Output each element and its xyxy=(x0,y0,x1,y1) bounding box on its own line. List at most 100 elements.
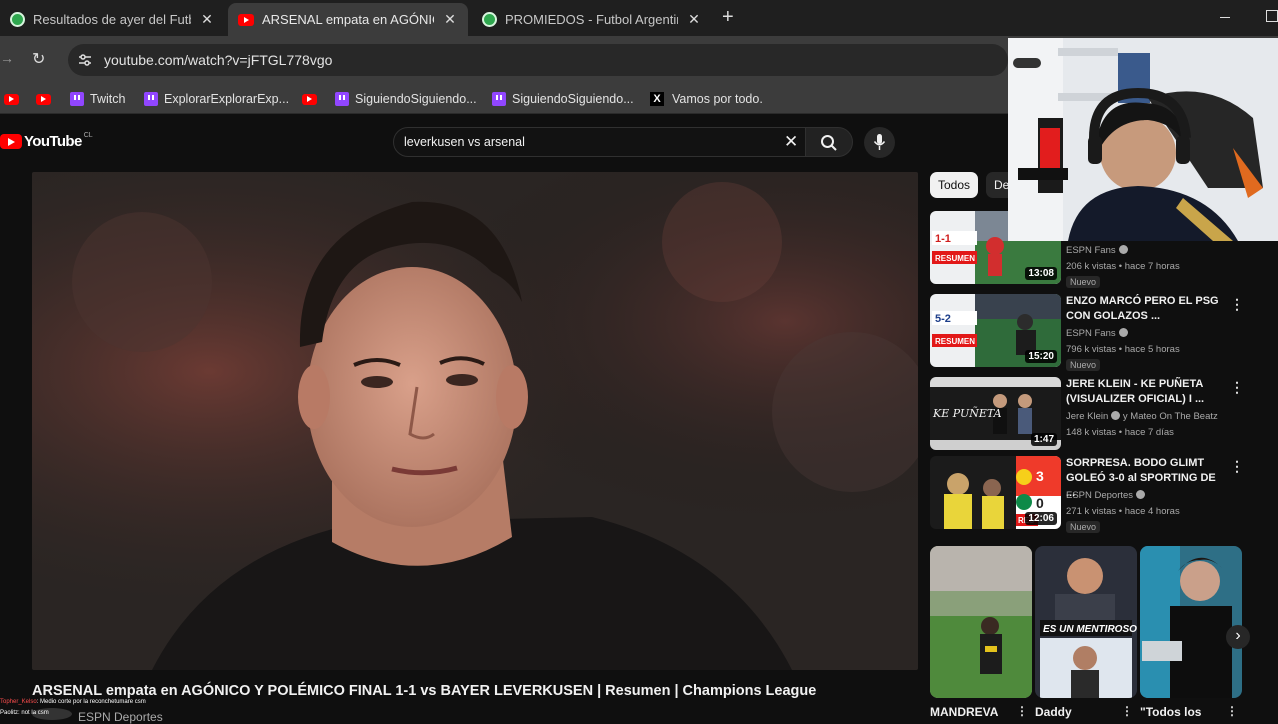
video-thumbnail[interactable]: 5-2 RESUMEN 15:20 xyxy=(930,294,1061,367)
bookmark-label: ExplorarExplorarExp... xyxy=(164,92,290,106)
forward-icon[interactable]: → xyxy=(0,50,14,66)
short-art xyxy=(930,546,1032,698)
more-options-icon[interactable]: ⋮ xyxy=(1230,458,1244,475)
country-code: CL xyxy=(83,132,93,139)
close-icon[interactable]: ✕ xyxy=(199,11,215,28)
more-options-icon[interactable]: ⋮ xyxy=(1230,379,1244,396)
rec-channel: ESPN Fans xyxy=(1066,245,1128,256)
video-duration: 1:47 xyxy=(1030,433,1057,446)
voice-search-button[interactable] xyxy=(864,127,895,158)
video-duration: 15:20 xyxy=(1025,350,1057,363)
close-icon[interactable]: ✕ xyxy=(442,11,458,28)
microphone-icon xyxy=(873,134,886,150)
twitch-icon xyxy=(70,92,84,106)
short-title: MANDREVA xyxy=(930,705,999,719)
shorts-next-button[interactable]: › xyxy=(1226,625,1250,649)
video-frame xyxy=(32,172,918,670)
twitch-icon xyxy=(492,92,506,106)
verified-icon xyxy=(1118,245,1128,254)
thumb-score-home: 3 xyxy=(1036,468,1044,484)
more-options-icon[interactable]: ⋮ xyxy=(1226,704,1238,718)
short-thumbnail[interactable] xyxy=(930,546,1032,698)
channel-name: Jere Klein xyxy=(1066,411,1109,422)
bookmark-youtube-2[interactable] xyxy=(36,90,51,108)
bookmark-youtube-3[interactable] xyxy=(302,90,317,108)
rec-channel: ESPN Deportes xyxy=(1066,490,1146,501)
minimize-button[interactable] xyxy=(1220,17,1230,18)
new-badge: Nuevo xyxy=(1066,521,1101,533)
search-button[interactable] xyxy=(805,127,853,157)
verified-icon xyxy=(1118,328,1128,337)
bookmark-label: Twitch xyxy=(90,92,126,106)
bookmark-twitch[interactable]: Twitch xyxy=(70,90,125,108)
reload-icon[interactable]: ↻ xyxy=(32,49,45,69)
thumb-label: RESUMEN xyxy=(935,254,975,263)
more-options-icon[interactable]: ⋮ xyxy=(1121,704,1133,718)
thumb-score-away: 0 xyxy=(1036,495,1044,511)
chat-user: Paolitz xyxy=(0,710,19,716)
more-options-icon[interactable]: ⋮ xyxy=(1230,296,1244,313)
short-thumbnail[interactable]: ES UN MENTIROSO xyxy=(1035,546,1137,698)
bookmark-explorar[interactable]: ExplorarExplorarExp... xyxy=(144,90,289,108)
recommendation-item[interactable]: KE PUÑETA 1:47 JERE KLEIN - KE PUÑETA (V… xyxy=(930,377,1250,455)
tab-resultados[interactable]: Resultados de ayer del Futbol A ✕ xyxy=(0,3,225,36)
tab-title: ARSENAL empata en AGÓNICO xyxy=(262,12,434,27)
tab-arsenal[interactable]: ARSENAL empata en AGÓNICO ✕ xyxy=(228,3,468,36)
rec-channel: Jere Klein y Mateo On The Beatz xyxy=(1066,411,1218,422)
bookmark-label: SiguiendoSiguiendo... xyxy=(355,92,477,106)
bookmark-siguiendo-2[interactable]: SiguiendoSiguiendo... xyxy=(492,90,634,108)
new-tab-button[interactable]: + xyxy=(722,6,734,29)
webcam-overlay xyxy=(1008,38,1278,241)
video-thumbnail[interactable]: 3 0 RES 12:06 xyxy=(930,456,1061,529)
chat-user: Topher_Kelso xyxy=(0,699,37,705)
tab-promiedos[interactable]: PROMIEDOS - Futbol Argentino ✕ xyxy=(472,3,712,36)
video-thumbnail[interactable]: KE PUÑETA 1:47 xyxy=(930,377,1061,450)
video-player[interactable] xyxy=(32,172,918,670)
chat-message: Paolitz: not la csm xyxy=(0,710,49,716)
channel-name[interactable]: ESPN Deportes xyxy=(78,710,163,724)
youtube-logo[interactable]: YouTube CL xyxy=(0,132,93,150)
bookmark-siguiendo-1[interactable]: SiguiendoSiguiendo... xyxy=(335,90,477,108)
streamer-webcam-feed xyxy=(1008,38,1278,241)
chat-message: Topher_Kelso: Medio corte por la reconch… xyxy=(0,699,146,705)
rec-channel: ESPN Fans xyxy=(1066,328,1128,339)
more-options-icon[interactable]: ⋮ xyxy=(1016,704,1028,718)
video-duration: 12:06 xyxy=(1025,512,1057,525)
verified-icon xyxy=(1136,490,1146,499)
video-duration: 13:08 xyxy=(1025,267,1057,280)
short-thumbnail[interactable] xyxy=(1140,546,1242,698)
rec-title: ENZO MARCÓ PERO EL PSG CON GOLAZOS ... xyxy=(1066,295,1219,322)
thumb-label: RESUMEN xyxy=(935,337,975,346)
youtube-icon xyxy=(36,93,51,105)
thumb-score: 1-1 xyxy=(935,233,951,245)
chat-text: Medio corte por la reconchetumare csm xyxy=(40,699,146,705)
logo-text: YouTube xyxy=(24,133,82,150)
soccer-ball-icon xyxy=(10,12,25,27)
twitch-icon xyxy=(144,92,158,106)
rec-meta: 206 k vistas • hace 7 horas xyxy=(1066,261,1180,272)
bookmark-x[interactable]: X Vamos por todo. xyxy=(650,90,763,108)
clear-search-icon[interactable]: ✕ xyxy=(784,132,798,152)
address-bar[interactable]: youtube.com/watch?v=jFTGL778vgo xyxy=(68,44,1008,76)
recommendation-item[interactable]: 3 0 RES 12:06 SORPRESA. BODO GLIMT GOLEÓ… xyxy=(930,456,1250,534)
search-input[interactable]: leverkusen vs arsenal ✕ xyxy=(393,127,809,157)
short-overlay-text: ES UN MENTIROSO xyxy=(1043,624,1137,635)
chip-todos[interactable]: Todos xyxy=(930,172,979,198)
channel-extra: y Mateo On The Beatz xyxy=(1122,411,1218,422)
bookmark-youtube-1[interactable] xyxy=(4,90,19,108)
recommendation-item[interactable]: 5-2 RESUMEN 15:20 ENZO MARCÓ PERO EL PSG… xyxy=(930,294,1250,372)
rec-meta: 148 k vistas • hace 7 días xyxy=(1066,427,1174,438)
search-value: leverkusen vs arsenal xyxy=(404,135,525,149)
rec-meta: 796 k vistas • hace 5 horas xyxy=(1066,344,1180,355)
url-text: youtube.com/watch?v=jFTGL778vgo xyxy=(104,52,333,68)
channel-name: ESPN Deportes xyxy=(1066,490,1134,501)
site-info-icon[interactable] xyxy=(78,53,92,67)
soccer-ball-icon xyxy=(482,12,497,27)
twitch-icon xyxy=(335,92,349,106)
short-title: "Todos los xyxy=(1140,705,1202,719)
maximize-button[interactable] xyxy=(1266,10,1278,22)
short-title: Daddy xyxy=(1035,705,1072,719)
rec-title: JERE KLEIN - KE PUÑETA (VISUALIZER OFICI… xyxy=(1066,378,1205,405)
youtube-icon xyxy=(302,93,317,105)
close-icon[interactable]: ✕ xyxy=(686,11,702,28)
